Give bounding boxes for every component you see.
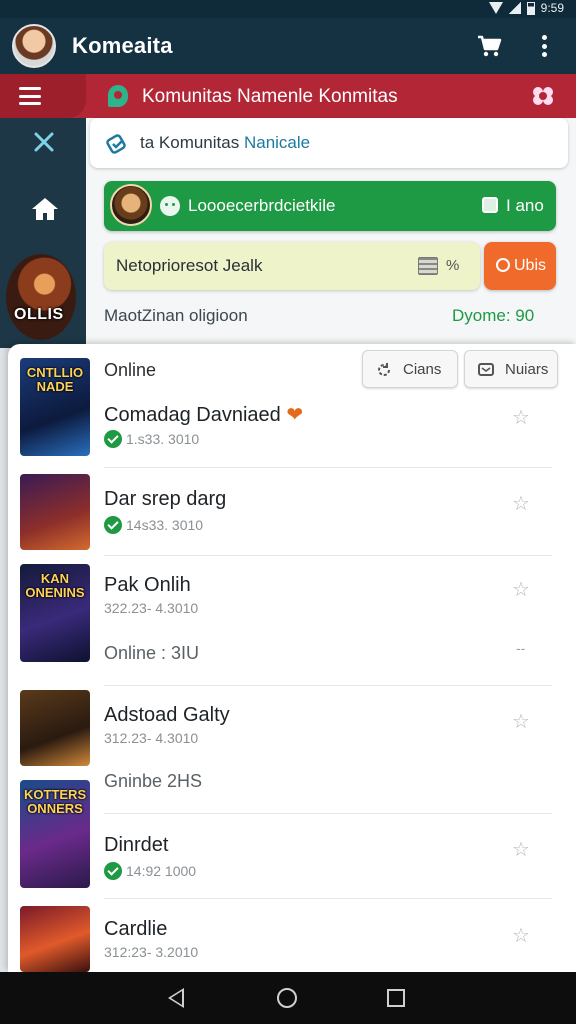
game-subtitle: 322.23- 4.3010 bbox=[104, 600, 199, 616]
community-search-label: ta Komunitas Nanicale bbox=[140, 133, 311, 152]
game-thumbnail[interactable]: CNTLLIO NADE bbox=[20, 358, 90, 456]
notes-button-label: Nuiars bbox=[505, 361, 549, 378]
game-subtitle: 14:92 1000 bbox=[104, 862, 196, 880]
game-thumbnail[interactable]: KAN ONENINS bbox=[20, 564, 90, 662]
star-icon[interactable]: ☆ bbox=[512, 577, 530, 602]
heart-emoji-icon: ❤ bbox=[286, 404, 304, 426]
tag-icon bbox=[106, 134, 126, 154]
location-pin-icon bbox=[108, 85, 128, 107]
active-chat-row[interactable]: Loooecerbrdcietkile I ano bbox=[104, 181, 556, 231]
game-thumbnail[interactable]: KOTTERS ONNERS bbox=[20, 780, 90, 888]
status-icons: 9:59 bbox=[488, 1, 564, 15]
divider bbox=[104, 813, 552, 814]
clans-button-label: Cians bbox=[403, 361, 442, 378]
game-badge-avatar[interactable]: OLLIS bbox=[6, 254, 76, 340]
verified-icon bbox=[104, 430, 122, 448]
game-title[interactable]: Dar srep darg bbox=[104, 488, 226, 511]
note-icon bbox=[418, 257, 438, 275]
star-icon[interactable]: ☆ bbox=[512, 709, 530, 734]
community-search-highlight: Nanicale bbox=[243, 133, 311, 152]
app-title: Komeaita bbox=[72, 33, 173, 58]
hamburger-icon bbox=[19, 87, 41, 105]
wifi-icon bbox=[488, 2, 503, 14]
app-bar: Komeaita bbox=[0, 18, 576, 74]
game-title[interactable]: Pak Onlih bbox=[104, 574, 191, 597]
status-bar: 9:59 bbox=[0, 0, 576, 18]
cart-icon[interactable] bbox=[476, 34, 502, 58]
online-status: Online : 3IU bbox=[104, 643, 200, 663]
smiley-icon bbox=[160, 196, 180, 216]
divider bbox=[104, 685, 552, 686]
refresh-icon bbox=[378, 363, 390, 376]
game-badge-label: OLLIS bbox=[14, 306, 64, 323]
notes-button[interactable]: Nuiars bbox=[464, 350, 558, 388]
online-counter: Dyome: 90 bbox=[452, 306, 534, 326]
play-icon bbox=[496, 258, 510, 272]
back-icon[interactable] bbox=[168, 988, 184, 1008]
play-button[interactable]: Ubis bbox=[484, 242, 556, 290]
home-icon[interactable] bbox=[30, 196, 60, 222]
divider bbox=[104, 898, 552, 899]
game-title[interactable]: Cardlie bbox=[104, 918, 167, 941]
game-subtitle: 312.23- 4.3010 bbox=[104, 730, 199, 746]
active-chat-text: Loooecerbrdcietkile bbox=[188, 196, 336, 215]
play-button-label: Ubis bbox=[514, 257, 547, 274]
star-icon[interactable]: ☆ bbox=[512, 405, 530, 430]
game-thumbnail[interactable] bbox=[20, 906, 90, 972]
online-status: Gninbe 2HS bbox=[104, 771, 203, 791]
community-search-row[interactable]: ta Komunitas Nanicale bbox=[90, 118, 568, 168]
game-title[interactable]: Comadag Davniaed ❤ bbox=[104, 402, 303, 427]
games-sheet bbox=[8, 344, 576, 972]
game-title[interactable]: Adstoad Galty bbox=[104, 704, 230, 727]
game-subtitle: 14s33. 3010 bbox=[104, 516, 203, 534]
clans-button[interactable]: Cians bbox=[362, 350, 458, 388]
status-time: 9:59 bbox=[540, 1, 564, 15]
chat-icon bbox=[482, 197, 498, 213]
more-options-icon[interactable] bbox=[534, 32, 554, 60]
message-icon bbox=[478, 363, 494, 376]
chat-avatar bbox=[110, 184, 152, 226]
profile-avatar[interactable] bbox=[12, 24, 56, 68]
divider bbox=[104, 555, 552, 556]
active-chat-status: I ano bbox=[506, 196, 544, 215]
flower-icon[interactable] bbox=[530, 84, 556, 108]
divider bbox=[104, 467, 552, 468]
home-nav-icon[interactable] bbox=[277, 988, 297, 1008]
star-icon[interactable]: ☆ bbox=[512, 837, 530, 862]
star-icon[interactable]: ☆ bbox=[512, 491, 530, 516]
close-icon[interactable] bbox=[32, 130, 56, 154]
game-subtitle: 312:23- 3.2010 bbox=[104, 944, 199, 960]
sheet-label: Online bbox=[104, 360, 157, 380]
notification-text: Netoprioresot Jealk bbox=[116, 256, 263, 275]
community-title: Komunitas Namenle Konmitas bbox=[142, 86, 398, 107]
online-counter-text: Dyome: 90 bbox=[452, 306, 535, 325]
menu-button[interactable] bbox=[0, 74, 86, 118]
star-icon[interactable]: ☆ bbox=[512, 923, 530, 948]
game-title[interactable]: Dinrdet bbox=[104, 834, 168, 857]
game-thumbnail[interactable] bbox=[20, 474, 90, 550]
recent-apps-icon[interactable] bbox=[387, 989, 405, 1007]
verified-icon bbox=[104, 516, 122, 534]
notification-row[interactable]: Netoprioresot Jealk % bbox=[104, 242, 480, 290]
battery-icon bbox=[526, 1, 535, 15]
notification-percent: % bbox=[446, 257, 460, 274]
verified-icon bbox=[104, 862, 122, 880]
game-subtitle: 1.s33. 3010 bbox=[104, 430, 199, 448]
signal-icon bbox=[508, 2, 521, 14]
overflow-indicator: -- bbox=[516, 640, 526, 656]
community-meta: MaotZinan oligioon bbox=[104, 306, 248, 325]
game-thumbnail[interactable] bbox=[20, 690, 90, 766]
